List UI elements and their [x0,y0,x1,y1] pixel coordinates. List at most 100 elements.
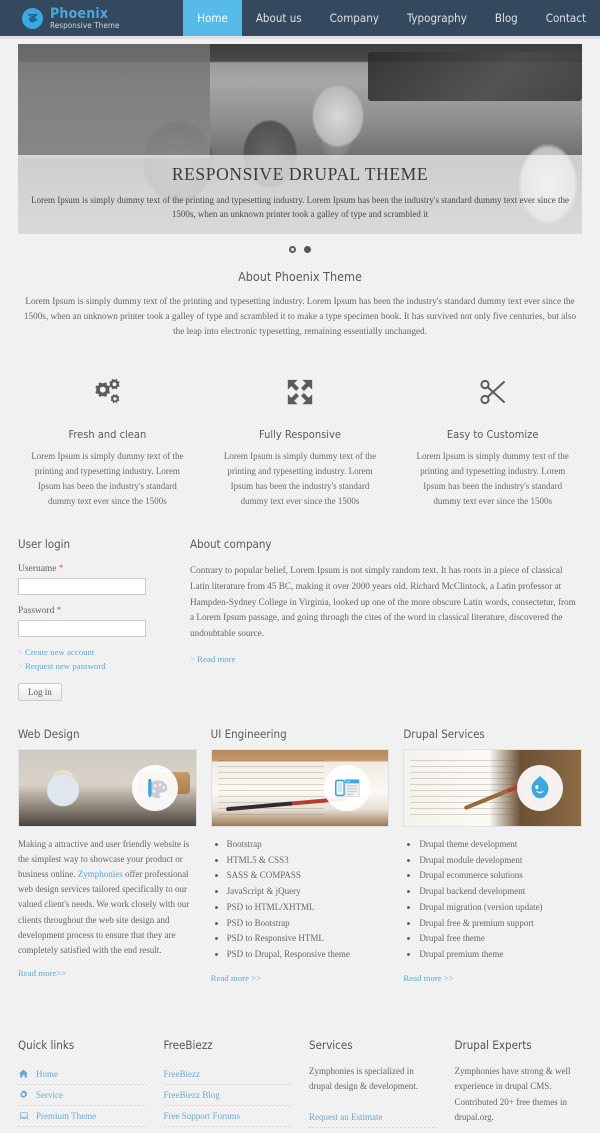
laptop-icon [18,1111,29,1120]
footer-link-request-an-estimate[interactable]: Request an Estimate [309,1107,437,1128]
list-item: Drupal module development [419,853,582,869]
drupal-droplet-icon [517,764,564,811]
list-item: Bootstrap [227,837,390,853]
notes-text-lines [410,759,517,818]
card-feature-list: Drupal theme development Drupal module d… [419,837,582,963]
footer-link-home[interactable]: Home [18,1064,146,1085]
paint-palette-brush-icon [131,764,178,811]
create-new-account-label: Create new account [24,646,95,657]
username-label: Username * [18,563,168,574]
footer-link-service[interactable]: Service [18,1085,146,1106]
home-icon [18,1069,29,1078]
nav-item-contact[interactable]: Contact [532,0,600,36]
log-in-button[interactable]: Log in [18,682,62,701]
card-feature-list: Bootstrap HTML5 & CSS3 SASS & COMPASS Ja… [227,837,390,963]
create-new-account-link[interactable]: > Create new account [18,647,168,657]
footer-column-drupal-experts: Drupal Experts Zymphonies have strong & … [455,1038,583,1133]
arrows-expand-icon [211,368,390,416]
card-ui-engineering: UI Engineering Bootstrap HTM [210,726,390,986]
list-item: Drupal backend development [419,884,582,900]
card-drupal-services: Drupal Services Drupal theme development… [403,726,583,986]
nav-item-home[interactable]: Home [183,0,242,36]
hero-pagination [18,234,582,263]
footer-link-free-theme[interactable]: Free Theme [18,1127,146,1133]
feature-easy-to-customize: Easy to Customize Lorem Ipsum is simply … [403,368,582,509]
card-title: UI Engineering [210,726,287,741]
card-read-more-link[interactable]: Read more >> [211,973,261,983]
footer-link-hire-designers[interactable]: Hire Designers [164,1127,292,1133]
required-mark: * [56,604,62,615]
list-item: PSD to HTML/XHTML [227,900,390,916]
zymphonies-link[interactable]: Zymphonies [78,869,123,879]
card-read-more-link[interactable]: Read more>> [18,968,66,978]
feature-body: Lorem Ipsum is simply dummy text of the … [31,450,184,506]
chevron-right-icon: > [18,646,23,657]
card-image-coffee-cup-photo [18,748,197,827]
company-read-more-link[interactable]: > Read more [190,654,236,664]
hero-caption: RESPONSIVE DRUPAL THEME Lorem Ipsum is s… [18,155,582,234]
footer-link-label: Premium Theme [36,1110,97,1121]
card-web-design: Web Design Making a attractive and user … [18,727,197,986]
about-company-block: About company Contrary to popular belief… [190,537,582,701]
footer-column-services: Services Zymphonies is specialized in dr… [309,1038,437,1133]
password-label-text: Password [18,605,55,616]
footer-column-quick-links: Quick links Home Service Premium Theme [18,1038,146,1133]
username-input[interactable] [18,577,146,595]
services-cards-section: Web Design Making a attractive and user … [0,701,600,986]
list-item: JavaScript & jQuery [227,884,390,900]
book-text-lines [217,759,324,818]
footer-link-label: Home [36,1068,58,1079]
list-item: Drupal premium theme [419,947,582,963]
hero-dot-1[interactable] [289,246,296,253]
footer-link-free-support-forums[interactable]: Free Support Forums [163,1106,291,1127]
footer-link-premium-theme[interactable]: Premium Theme [18,1106,146,1127]
nav-item-typography[interactable]: Typography [393,0,481,36]
gear-icon [18,1090,29,1099]
card-title: Web Design [18,726,80,741]
hero-title: RESPONSIVE DRUPAL THEME [171,164,429,184]
card-body: Making a attractive and user friendly we… [18,837,197,958]
card-title: Drupal Services [403,726,485,741]
footer-column-title: Quick links [18,1037,75,1052]
hero-dot-2[interactable] [304,246,311,253]
card-read-more-link[interactable]: Read more >> [403,973,453,983]
nav-item-blog[interactable]: Blog [481,0,532,36]
password-label: Password * [18,605,168,616]
list-item: Drupal theme development [419,837,582,853]
list-item: PSD to Bootstrap [227,916,390,932]
list-item: SASS & COMPASS [227,868,390,884]
hero-slide: RESPONSIVE DRUPAL THEME Lorem Ipsum is s… [18,44,582,234]
list-item: PSD to Drupal, Responsive theme [227,947,390,963]
footer-services-text: Zymphonies is specialized in drupal desi… [309,1065,418,1092]
site-logo[interactable]: Phoenix Responsive Theme [0,0,120,36]
list-item: HTML5 & CSS3 [227,853,390,869]
footer-column-title: Drupal Experts [454,1037,532,1052]
footer-link-premium-supports[interactable]: Premium Supports [309,1128,437,1133]
site-footer: Quick links Home Service Premium Theme F… [0,1020,600,1133]
feature-fully-responsive: Fully Responsive Lorem Ipsum is simply d… [211,368,390,509]
login-and-company-section: User login Username * Password * > Create… [0,509,600,701]
request-new-password-label: Request new password [24,660,106,671]
nav-item-company[interactable]: Company [316,0,393,36]
chevron-right-icon: > [190,654,195,665]
card-body-text-after: offer professional web design services t… [18,869,190,955]
user-login-title: User login [18,536,71,551]
about-company-body: Contrary to popular belief, Lorem Ipsum … [190,564,576,639]
footer-link-freebiezz-blog[interactable]: FreeBiezz Blog [163,1085,291,1106]
request-new-password-link[interactable]: > Request new password [18,661,168,671]
footer-column-freebiezz: FreeBiezz FreeBiezz FreeBiezz Blog Free … [163,1038,292,1133]
footer-link-freebiezz[interactable]: FreeBiezz [163,1064,291,1085]
site-header: Phoenix Responsive Theme Home About us C… [0,0,600,39]
about-title: About Phoenix Theme [238,269,362,284]
list-item: PSD to Responsive HTML [227,931,390,947]
feature-title: Fully Responsive [259,427,341,441]
card-image-handwritten-notes-photo [403,748,583,827]
nav-item-about-us[interactable]: About us [242,0,316,36]
list-item: Drupal free & premium support [419,916,582,932]
company-read-more-label: Read more [197,654,236,665]
features-section: Fresh and clean Lorem Ipsum is simply du… [0,340,600,509]
about-body: Lorem Ipsum is simply dummy text of the … [23,296,577,337]
password-input[interactable] [18,619,146,637]
hero-slider: RESPONSIVE DRUPAL THEME Lorem Ipsum is s… [0,36,600,263]
feature-title: Easy to Customize [446,427,539,441]
